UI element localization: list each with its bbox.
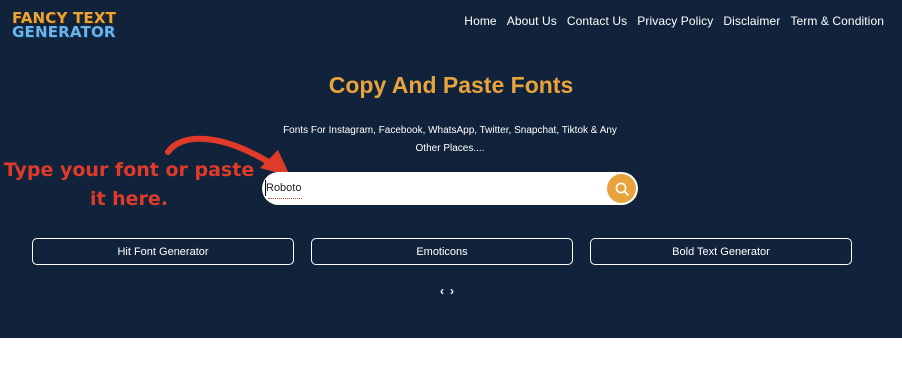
annotation-callout: Type your font or paste it here. xyxy=(3,159,255,210)
search-icon xyxy=(615,182,629,196)
page-title: Copy And Paste Fonts xyxy=(328,72,574,98)
logo[interactable]: FANCY TEXT GENERATOR xyxy=(12,11,116,41)
search-button[interactable] xyxy=(607,174,636,203)
search-bar xyxy=(262,172,638,205)
nav-home[interactable]: Home xyxy=(464,14,496,28)
page-subtitle: Fonts For Instagram, Facebook, WhatsApp,… xyxy=(283,125,617,154)
hero-section: FANCY TEXT GENERATOR Home About Us Conta… xyxy=(0,0,902,338)
link-hit-font-generator[interactable]: Hit Font Generator xyxy=(32,238,294,265)
link-emoticons[interactable]: Emoticons xyxy=(311,238,573,265)
nav-term-condition[interactable]: Term & Condition xyxy=(790,14,884,28)
nav-contact-us[interactable]: Contact Us xyxy=(567,14,627,28)
link-bold-text-generator[interactable]: Bold Text Generator xyxy=(590,238,852,265)
spellcheck-underline xyxy=(268,196,302,199)
logo-line-2: GENERATOR xyxy=(12,23,116,41)
nav-about-us[interactable]: About Us xyxy=(507,14,557,28)
nav-privacy-policy[interactable]: Privacy Policy xyxy=(637,14,713,28)
carousel-pager: ‹ › xyxy=(440,284,454,298)
next-arrow-icon[interactable]: › xyxy=(450,284,454,298)
prev-arrow-icon[interactable]: ‹ xyxy=(440,284,444,298)
search-input[interactable] xyxy=(266,178,596,198)
main-nav: Home About Us Contact Us Privacy Policy … xyxy=(464,14,884,28)
nav-disclaimer[interactable]: Disclaimer xyxy=(723,14,780,28)
